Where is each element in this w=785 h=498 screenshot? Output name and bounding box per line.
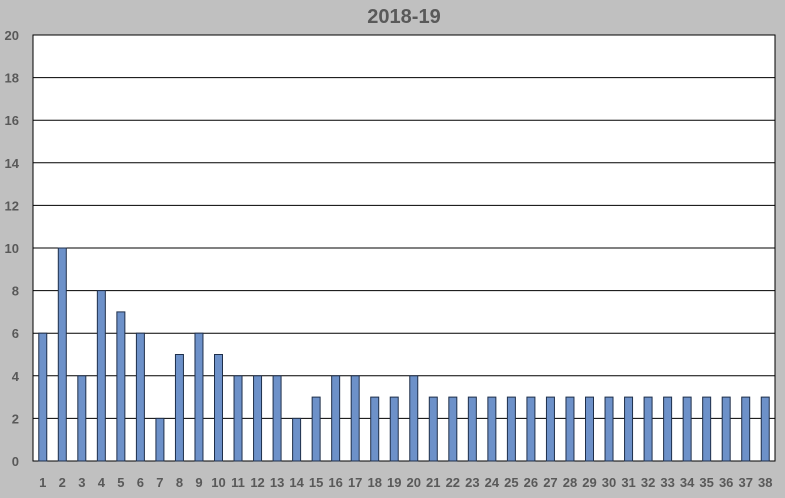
x-tick-label: 13 [270,475,284,490]
bar [214,354,223,462]
x-tick-label: 31 [621,475,635,490]
bar [604,396,614,462]
x-tick-label: 7 [156,475,163,490]
bar [663,396,673,462]
x-tick-label: 21 [426,475,440,490]
x-tick-label: 4 [98,475,106,490]
bar [331,375,341,462]
bar [624,396,634,462]
x-tick-label: 18 [367,475,381,490]
x-tick-label: 17 [348,475,362,490]
bar-chart: 2018-19 02468101214161820 1 2 3 4 5 6 7 8 9 10 11 1… [5,6,776,490]
x-tick-label: 36 [719,475,733,490]
bar [194,332,204,462]
bar [370,396,380,462]
bar [526,396,536,462]
bar [487,396,497,462]
x-tick-label: 5 [117,475,124,490]
bar [38,332,48,462]
x-tick-label: 37 [738,475,752,490]
x-tick-label: 6 [137,475,144,490]
y-tick-label: 16 [5,113,19,128]
x-tick-label: 28 [563,475,577,490]
x-tick-label: 25 [504,475,518,490]
x-tick-label: 33 [660,475,674,490]
x-tick-label: 38 [758,475,772,490]
bar [545,396,555,462]
bar [428,396,438,462]
bar [682,396,692,462]
bar [116,311,126,462]
bar [57,247,67,462]
x-tick-label: 29 [582,475,596,490]
y-tick-label: 8 [12,284,19,299]
y-tick-label: 4 [12,369,20,384]
y-tick-label: 20 [5,28,19,43]
x-tick-label: 2 [59,475,66,490]
bar [135,332,145,462]
bar [77,375,87,462]
y-tick-label: 6 [12,326,19,341]
x-tick-label: 19 [387,475,401,490]
bar [721,396,731,462]
x-tick-label: 24 [485,475,500,490]
x-tick-label: 10 [211,475,225,490]
x-tick-label: 27 [543,475,557,490]
y-tick-label: 12 [5,198,19,213]
x-tick-label: 9 [195,475,202,490]
x-tick-label: 35 [699,475,713,490]
y-tick-label: 10 [5,241,19,256]
x-tick-label: 16 [328,475,342,490]
bar [350,375,360,462]
bar [760,396,770,462]
bar [448,396,458,462]
y-axis-ticks: 0 2 4 6 8 10 12 14 16 18 20 [5,28,20,469]
bar [96,290,106,462]
bar [585,396,594,462]
x-axis-ticks: 1 2 3 4 5 6 7 8 9 10 11 12 13 14 15 16 17 18 19 20 21 22 23 24 2… [39,475,772,490]
x-tick-label: 11 [231,475,245,490]
bar [741,396,751,462]
bar [389,396,399,462]
x-tick-label: 1 [39,475,46,490]
bar [155,417,165,462]
x-tick-label: 26 [524,475,538,490]
bar [565,396,575,462]
bar [272,375,282,462]
x-tick-label: 30 [602,475,616,490]
x-tick-label: 15 [309,475,323,490]
x-tick-label: 22 [446,475,460,490]
x-tick-label: 8 [176,475,183,490]
y-tick-label: 0 [12,454,19,469]
bar [311,396,321,462]
y-tick-label: 14 [5,156,20,171]
bar [409,375,419,462]
chart-title: 2018-19 [367,6,440,28]
bar [253,375,263,462]
x-tick-label: 20 [407,475,421,490]
bar [643,396,653,462]
bar [292,417,302,462]
x-tick-label: 32 [641,475,655,490]
x-tick-label: 34 [680,475,695,490]
x-tick-label: 3 [78,475,85,490]
y-tick-label: 2 [12,411,19,426]
bar [506,396,516,462]
bar [702,396,712,462]
bar [174,354,184,462]
x-tick-label: 14 [289,475,304,490]
bar [467,396,477,462]
chart-container: 2018-19 0 2 4 6 8 10 12 14 16 18 20 1 2 3 4 5 6 7 8 9 10 11 1… [0,0,785,498]
y-tick-label: 18 [5,71,19,86]
x-tick-label: 23 [465,475,479,490]
bar [233,375,243,462]
x-tick-label: 12 [250,475,264,490]
